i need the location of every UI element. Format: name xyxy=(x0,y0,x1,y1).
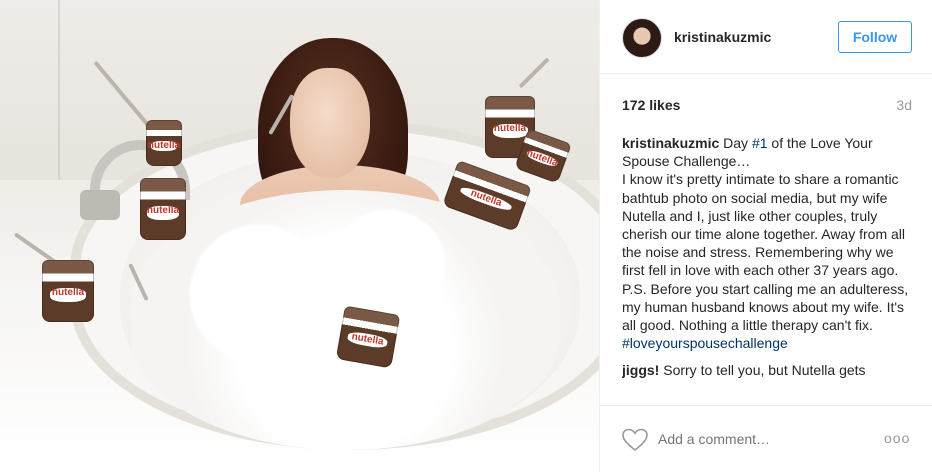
caption-text: Day xyxy=(719,135,752,151)
caption-author[interactable]: kristinakuzmic xyxy=(622,135,719,151)
nutella-jar: nutella xyxy=(42,260,94,322)
comment-author[interactable]: jiggs! xyxy=(622,362,659,378)
hashtag-link[interactable]: #loveyourspousechallenge xyxy=(622,335,788,351)
likes-count[interactable]: 172 likes xyxy=(622,97,680,113)
caption-paragraph: P.S. Before you start calling me an adul… xyxy=(622,280,909,334)
nutella-jar: nutella xyxy=(335,305,401,369)
nutella-jar: nutella xyxy=(140,178,186,240)
add-comment-input[interactable] xyxy=(658,431,838,447)
caption-paragraph: I know it's pretty intimate to share a r… xyxy=(622,171,906,279)
hashtag-link[interactable]: #1 xyxy=(752,135,768,151)
post-header: kristinakuzmic Follow xyxy=(600,0,932,74)
nutella-jar: nutella xyxy=(146,120,182,166)
post-sidebar: kristinakuzmic Follow 172 likes 3d krist… xyxy=(599,0,932,472)
avatar[interactable] xyxy=(622,18,662,58)
username-link[interactable]: kristinakuzmic xyxy=(674,29,771,45)
post-time[interactable]: 3d xyxy=(896,97,912,113)
more-options-icon[interactable]: ooo xyxy=(884,430,910,446)
comments-section[interactable]: kristinakuzmic Day #1 of the Love Your S… xyxy=(622,134,917,406)
follow-button[interactable]: Follow xyxy=(838,21,912,53)
likes-row: 172 likes 3d xyxy=(622,97,912,117)
post-photo[interactable]: nutella nutella nutella nutella nutella … xyxy=(0,0,599,472)
caption: kristinakuzmic Day #1 of the Love Your S… xyxy=(622,134,917,352)
post-footer: ooo xyxy=(600,405,932,472)
comment: jiggs! Sorry to tell you, but Nutella ge… xyxy=(622,361,917,379)
comment-text: Sorry to tell you, but Nutella gets xyxy=(659,362,866,379)
woman-face xyxy=(290,68,370,178)
heart-icon[interactable] xyxy=(622,428,648,452)
